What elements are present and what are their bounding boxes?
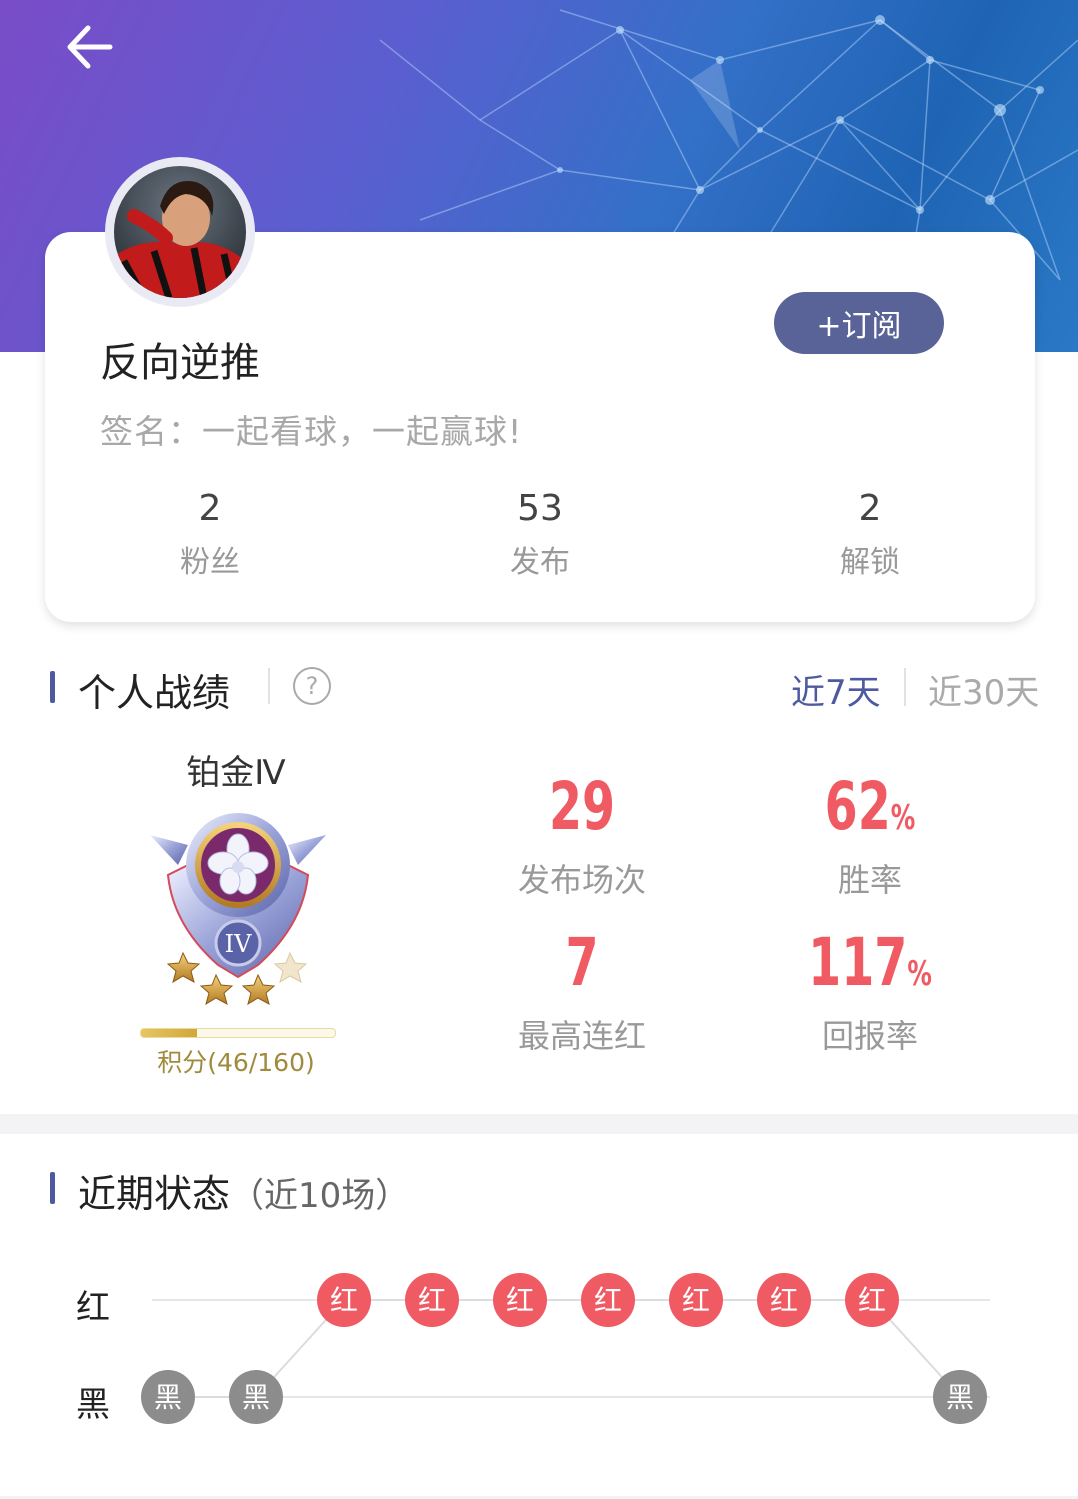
- user-name: 反向逆推: [100, 340, 260, 386]
- metric-unit: %: [890, 798, 916, 838]
- stat-posts[interactable]: 53 发布: [440, 488, 640, 581]
- help-icon[interactable]: ?: [293, 667, 331, 705]
- rank-emblem-text: IV: [225, 930, 252, 958]
- rank-badge-icon: IV: [148, 805, 328, 1006]
- user-signature: 签名：一起看球，一起赢球!: [100, 412, 523, 451]
- recent-form-chart: 黑 黑 红 红 红 红 红 红 红黑: [141, 1273, 990, 1424]
- section-accent-bar: [50, 671, 55, 703]
- result-dot-label: 红: [506, 1284, 534, 1317]
- points-progress-fill: [141, 1029, 197, 1037]
- back-button[interactable]: [62, 20, 118, 76]
- metric-return-value: 117%: [774, 924, 966, 1001]
- result-dot-label: 红: [418, 1284, 446, 1317]
- record-title: 个人战绩: [78, 671, 231, 715]
- stat-label: 解锁: [840, 545, 900, 580]
- metric-posts-label: 发布场次: [517, 861, 646, 899]
- result-dot-label: 红: [330, 1284, 358, 1317]
- form-line: [168, 1299, 961, 1398]
- metric-number: 117: [808, 924, 908, 1001]
- stat-value: 53: [517, 488, 563, 529]
- avatar[interactable]: [114, 166, 246, 298]
- metric-winrate-label: 胜率: [837, 861, 902, 899]
- tab-divider: [904, 668, 906, 706]
- title-divider: [268, 668, 270, 704]
- result-dot-label: 红: [858, 1284, 886, 1317]
- result-dot-label: 红: [594, 1284, 622, 1317]
- subscribe-button[interactable]: +订阅: [774, 292, 944, 354]
- metric-winrate-value: 62%: [774, 768, 966, 845]
- metric-number: 7: [565, 924, 599, 1001]
- metric-number: 62: [824, 768, 891, 845]
- recent-title: 近期状态（近10场）: [78, 1163, 409, 1218]
- stat-label: 粉丝: [180, 545, 240, 580]
- result-dot-label: 红: [770, 1284, 798, 1317]
- section-accent-bar: [50, 1172, 55, 1204]
- metric-number: 29: [548, 768, 616, 845]
- metric-return-label: 回报率: [821, 1017, 918, 1055]
- result-dot-label: 红: [682, 1284, 710, 1317]
- result-dot-label: 黑: [154, 1381, 182, 1414]
- arrow-left-icon: [67, 25, 113, 69]
- stat-value: 2: [858, 488, 882, 529]
- tab-30-days[interactable]: 近30天: [928, 665, 1039, 714]
- points-label: 积分(46/160): [157, 1048, 315, 1077]
- stat-value: 2: [198, 488, 222, 529]
- result-dot-label: 黑: [946, 1381, 974, 1414]
- result-dot-label: 黑: [242, 1381, 270, 1414]
- recent-title-text: 近期状态: [78, 1172, 231, 1216]
- recent-subtitle: （近10场）: [230, 1176, 410, 1216]
- points-progress-bar: [140, 1028, 336, 1038]
- rank-name: 铂金Ⅳ: [186, 753, 286, 793]
- stat-fans[interactable]: 2 粉丝: [110, 488, 310, 581]
- stat-unlocks[interactable]: 2 解锁: [770, 488, 970, 581]
- avatar-image: [114, 166, 246, 298]
- metric-streak-label: 最高连红: [517, 1017, 646, 1055]
- metric-unit: %: [907, 954, 932, 994]
- stat-label: 发布: [510, 545, 570, 580]
- metric-posts-value: 29: [486, 768, 678, 845]
- metric-streak-value: 7: [486, 924, 678, 1001]
- tab-7-days[interactable]: 近7天: [791, 665, 881, 714]
